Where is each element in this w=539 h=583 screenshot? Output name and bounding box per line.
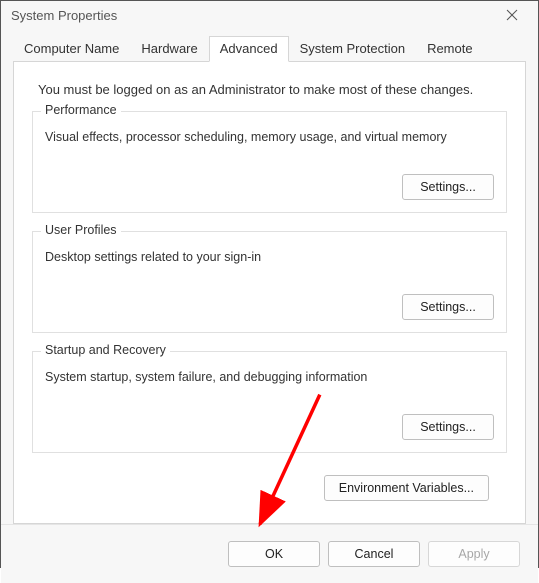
tab-panel-advanced: You must be logged on as an Administrato… <box>13 61 526 524</box>
system-properties-window: System Properties Computer Name Hardware… <box>0 0 539 568</box>
group-user-profiles-desc: Desktop settings related to your sign-in <box>45 250 494 264</box>
tab-advanced[interactable]: Advanced <box>209 36 289 62</box>
close-button[interactable] <box>494 1 530 29</box>
group-performance-desc: Visual effects, processor scheduling, me… <box>45 130 494 144</box>
group-startup-recovery: Startup and Recovery System startup, sys… <box>32 351 507 453</box>
tab-computer-name[interactable]: Computer Name <box>13 36 130 62</box>
cancel-button[interactable]: Cancel <box>328 541 420 567</box>
user-profiles-settings-button[interactable]: Settings... <box>402 294 494 320</box>
group-user-profiles: User Profiles Desktop settings related t… <box>32 231 507 333</box>
group-performance: Performance Visual effects, processor sc… <box>32 111 507 213</box>
ok-button[interactable]: OK <box>228 541 320 567</box>
tab-remote[interactable]: Remote <box>416 36 484 62</box>
tab-strip: Computer Name Hardware Advanced System P… <box>1 29 538 61</box>
apply-button[interactable]: Apply <box>428 541 520 567</box>
group-startup-recovery-desc: System startup, system failure, and debu… <box>45 370 494 384</box>
admin-info-text: You must be logged on as an Administrato… <box>38 82 501 97</box>
startup-recovery-settings-button[interactable]: Settings... <box>402 414 494 440</box>
window-title: System Properties <box>11 8 117 23</box>
environment-variables-button[interactable]: Environment Variables... <box>324 475 489 501</box>
group-startup-recovery-legend: Startup and Recovery <box>41 343 170 357</box>
dialog-buttons: OK Cancel Apply <box>1 524 538 583</box>
group-user-profiles-legend: User Profiles <box>41 223 121 237</box>
titlebar: System Properties <box>1 1 538 29</box>
group-performance-legend: Performance <box>41 103 121 117</box>
close-icon <box>506 9 518 21</box>
tab-system-protection[interactable]: System Protection <box>289 36 417 62</box>
performance-settings-button[interactable]: Settings... <box>402 174 494 200</box>
tab-hardware[interactable]: Hardware <box>130 36 208 62</box>
